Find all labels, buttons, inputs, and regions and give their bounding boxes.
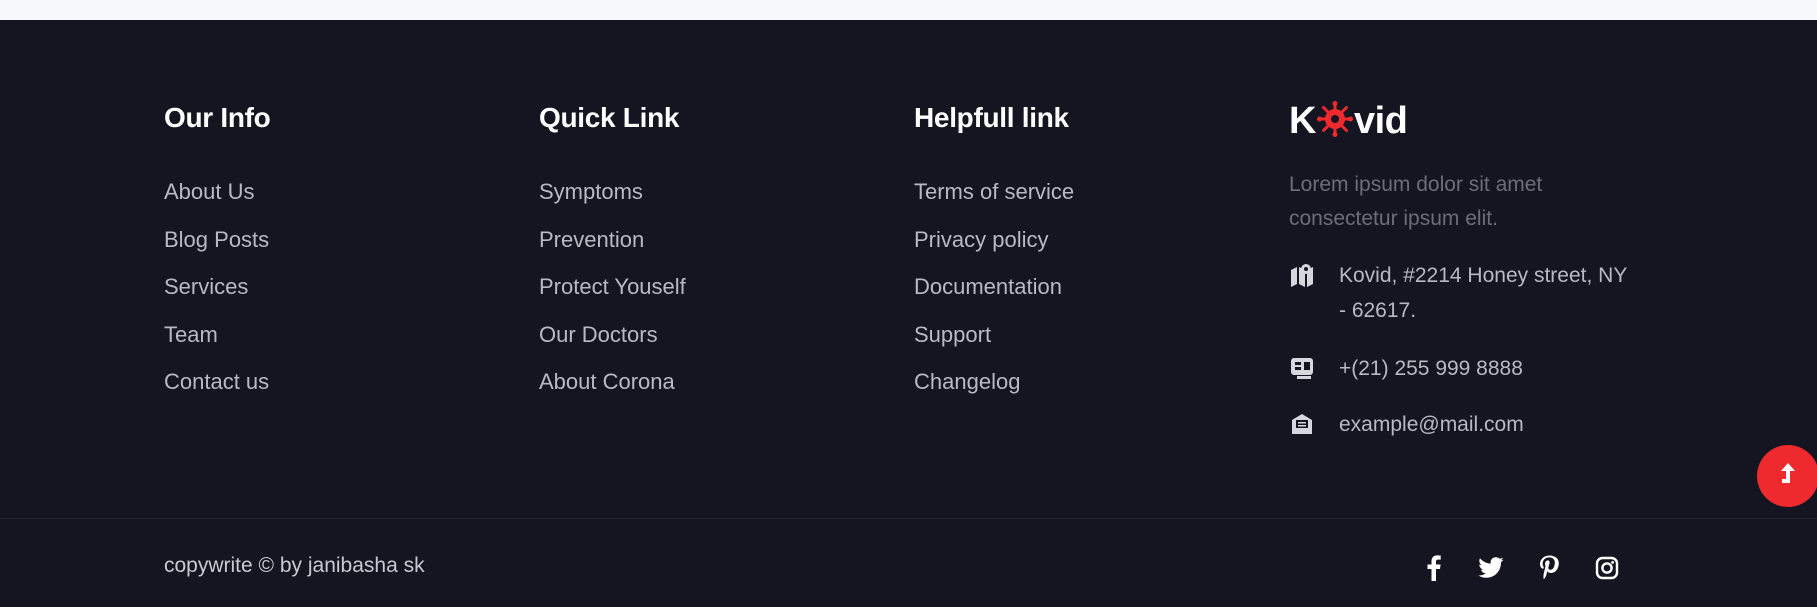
helpful-link-title: Helpfull link [914, 102, 1069, 133]
contact-email: example@mail.com [1289, 407, 1639, 442]
link-terms-of-service[interactable]: Terms of service [914, 168, 1074, 216]
email-text[interactable]: example@mail.com [1339, 407, 1639, 442]
site-footer: Our Info About Us Blog Posts Services Te… [0, 20, 1817, 607]
facebook-icon[interactable] [1421, 555, 1447, 581]
phone-text[interactable]: +(21) 255 999 8888 [1339, 351, 1639, 386]
footer-divider [0, 518, 1817, 519]
link-about-corona[interactable]: About Corona [539, 358, 686, 406]
contact-phone: +(21) 255 999 8888 [1289, 351, 1639, 386]
brand-logo[interactable]: K vid [1289, 100, 1408, 143]
page-top-strip [0, 0, 1817, 20]
link-support[interactable]: Support [914, 311, 1074, 359]
link-about-us[interactable]: About Us [164, 168, 270, 216]
instagram-icon[interactable] [1594, 555, 1620, 581]
logo-suffix: vid [1353, 100, 1408, 142]
quick-link-title: Quick Link [539, 102, 680, 133]
link-our-doctors[interactable]: Our Doctors [539, 311, 686, 359]
helpful-link-column: Helpfull link Terms of service Privacy p… [914, 102, 1074, 406]
helpful-link-links: Terms of service Privacy policy Document… [914, 168, 1074, 406]
map-icon [1289, 262, 1315, 288]
pinterest-icon[interactable] [1536, 555, 1562, 581]
twitter-icon[interactable] [1478, 555, 1504, 581]
link-privacy-policy[interactable]: Privacy policy [914, 216, 1074, 264]
arrow-up-icon [1778, 461, 1798, 492]
link-contact-us[interactable]: Contact us [164, 358, 270, 406]
brand-description: Lorem ipsum dolor sit amet consectetur i… [1289, 173, 1543, 230]
link-symptoms[interactable]: Symptoms [539, 168, 686, 216]
address-text: Kovid, #2214 Honey street, NY - 62617. [1339, 264, 1627, 322]
link-protect-yourself[interactable]: Protect Youself [539, 263, 686, 311]
link-blog-posts[interactable]: Blog Posts [164, 216, 270, 264]
mail-icon [1289, 411, 1315, 437]
our-info-links: About Us Blog Posts Services Team Contac… [164, 168, 270, 406]
logo-prefix: K [1289, 100, 1316, 142]
link-prevention[interactable]: Prevention [539, 216, 686, 264]
copyright-text: copywrite © by janibasha sk [164, 554, 425, 577]
link-team[interactable]: Team [164, 311, 270, 359]
quick-link-links: Symptoms Prevention Protect Youself Our … [539, 168, 686, 406]
link-services[interactable]: Services [164, 263, 270, 311]
contact-address: Kovid, #2214 Honey street, NY - 62617. [1289, 258, 1639, 328]
our-info-column: Our Info About Us Blog Posts Services Te… [164, 102, 271, 406]
virus-logo-icon [1316, 101, 1353, 137]
quick-link-column: Quick Link Symptoms Prevention Protect Y… [539, 102, 686, 406]
our-info-title: Our Info [164, 102, 271, 133]
link-documentation[interactable]: Documentation [914, 263, 1074, 311]
phone-icon [1289, 355, 1315, 381]
link-changelog[interactable]: Changelog [914, 358, 1074, 406]
scroll-to-top-button[interactable] [1757, 445, 1817, 507]
